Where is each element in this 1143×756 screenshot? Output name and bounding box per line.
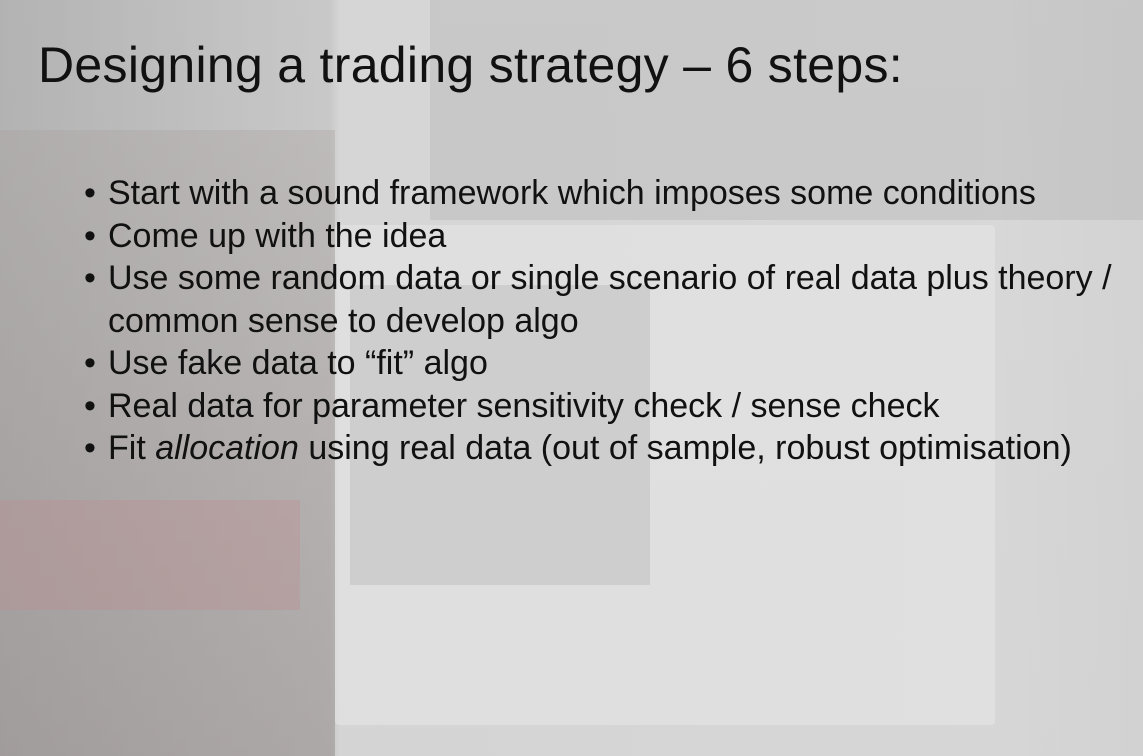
- bullet-text: Real data for parameter sensitivity chec…: [108, 386, 940, 425]
- bullet-marker: •: [84, 174, 96, 212]
- bullet-item: • Use some random data or single scenari…: [80, 257, 1120, 342]
- slide-title: Designing a trading strategy – 6 steps:: [38, 37, 903, 93]
- bullet-item: • Fit allocation using real data (out of…: [80, 427, 1120, 470]
- bullet-text: Come up with the idea: [108, 216, 447, 255]
- bullet-item: • Start with a sound framework which imp…: [80, 172, 1120, 215]
- bullet-text-suffix: using real data (out of sample, robust o…: [298, 429, 1072, 467]
- bullet-text: Start with a sound framework which impos…: [108, 174, 1036, 212]
- background-book: [0, 500, 300, 610]
- bullet-marker: •: [84, 259, 96, 297]
- bullet-list: • Start with a sound framework which imp…: [80, 172, 1120, 470]
- bullet-text: Use fake data to “fit” algo: [108, 344, 488, 382]
- bullet-text-prefix: Fit: [108, 429, 156, 467]
- bullet-text-emphasis: allocation: [155, 429, 299, 467]
- bullet-marker: •: [84, 344, 96, 382]
- bullet-item: • Use fake data to “fit” algo: [80, 342, 1120, 385]
- bullet-marker: •: [84, 429, 96, 467]
- bullet-marker: •: [84, 386, 96, 425]
- bullet-text: Use some random data or single scenario …: [108, 259, 1112, 340]
- bullet-item: • Come up with the idea: [80, 215, 1120, 258]
- bullet-marker: •: [84, 216, 96, 255]
- bullet-item: • Real data for parameter sensitivity ch…: [80, 385, 1120, 428]
